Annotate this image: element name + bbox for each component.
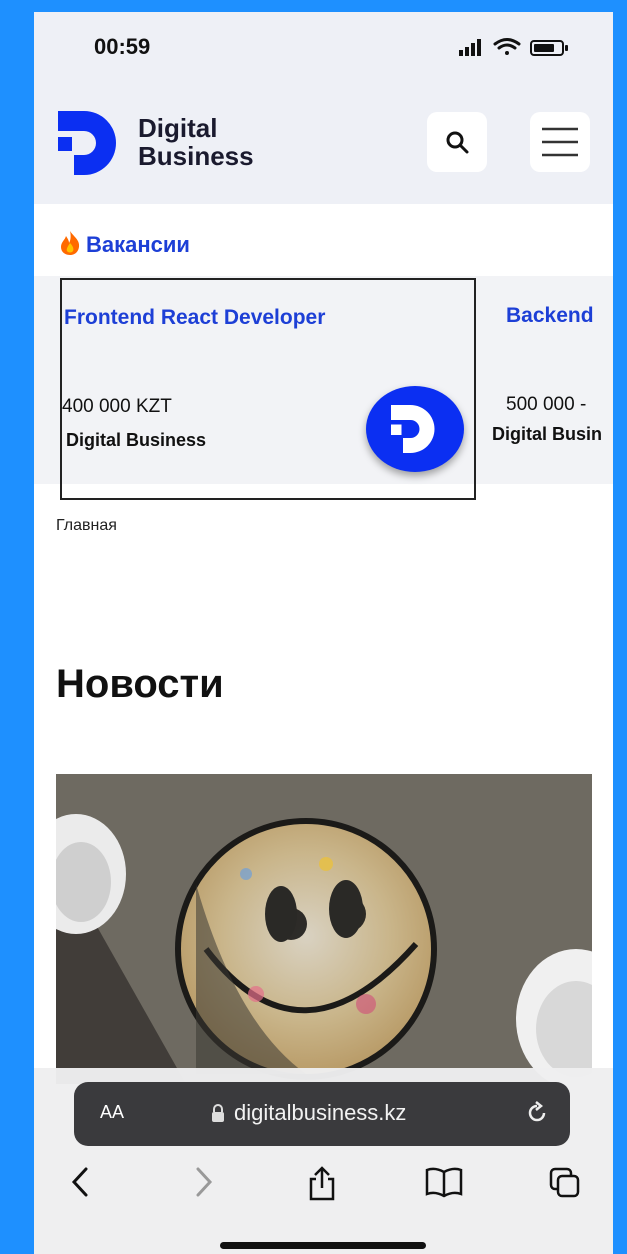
tabs-icon[interactable] xyxy=(548,1166,582,1200)
url-text: digitalbusiness.kz xyxy=(234,1100,407,1125)
digital-business-logo-icon xyxy=(391,405,435,453)
reader-settings-button[interactable]: AA xyxy=(100,1102,124,1123)
signal-icon xyxy=(459,39,481,56)
battery-icon xyxy=(530,40,568,56)
job-company: Digital Business xyxy=(66,430,207,450)
reload-icon[interactable] xyxy=(524,1100,550,1126)
job-salary: 500 000 - xyxy=(506,394,587,415)
status-time: 00:59 xyxy=(94,34,151,59)
status-icons xyxy=(459,38,568,56)
hamburger-menu-icon xyxy=(542,127,578,157)
wifi-icon xyxy=(493,38,521,55)
job-salary: 400 000 KZT xyxy=(62,396,172,417)
vacancies-heading[interactable]: Вакансии xyxy=(58,230,190,258)
address-bar[interactable]: AA digitalbusiness.kz xyxy=(74,1082,570,1146)
brand-name: Digital Business xyxy=(138,114,254,170)
job-card[interactable]: Backend 500 000 - Digital Busin xyxy=(490,278,613,500)
job-title[interactable]: Frontend React Developer xyxy=(64,306,325,330)
brand-line-2: Business xyxy=(138,141,254,171)
brand-line-1: Digital xyxy=(138,113,218,143)
phone-screen: 00:59 Digital Business Вакансии Frontend… xyxy=(34,12,613,1254)
share-icon[interactable] xyxy=(306,1166,338,1202)
search-icon xyxy=(446,131,469,154)
job-title[interactable]: Backend xyxy=(506,304,594,328)
news-image[interactable] xyxy=(56,774,592,1084)
digital-business-logo-icon[interactable] xyxy=(54,107,126,179)
company-logo xyxy=(366,386,464,472)
lock-icon xyxy=(212,1104,224,1122)
breadcrumb[interactable]: Главная xyxy=(56,517,117,535)
browser-toolbar: AA digitalbusiness.kz xyxy=(34,1068,613,1254)
back-icon[interactable] xyxy=(68,1166,92,1198)
job-card[interactable]: Frontend React Developer 400 000 KZT Dig… xyxy=(60,278,476,500)
smiley-pavement-image xyxy=(56,774,592,1084)
job-company: Digital Busin xyxy=(492,424,603,444)
bookmarks-icon[interactable] xyxy=(424,1166,464,1198)
forward-icon[interactable] xyxy=(192,1166,216,1198)
home-indicator xyxy=(220,1242,426,1249)
vacancies-title: Вакансии xyxy=(86,232,190,257)
fire-icon xyxy=(61,231,80,255)
menu-button[interactable] xyxy=(530,112,590,172)
search-button[interactable] xyxy=(427,112,487,172)
site-header: 00:59 Digital Business xyxy=(34,12,613,204)
news-heading: Новости xyxy=(56,662,224,706)
